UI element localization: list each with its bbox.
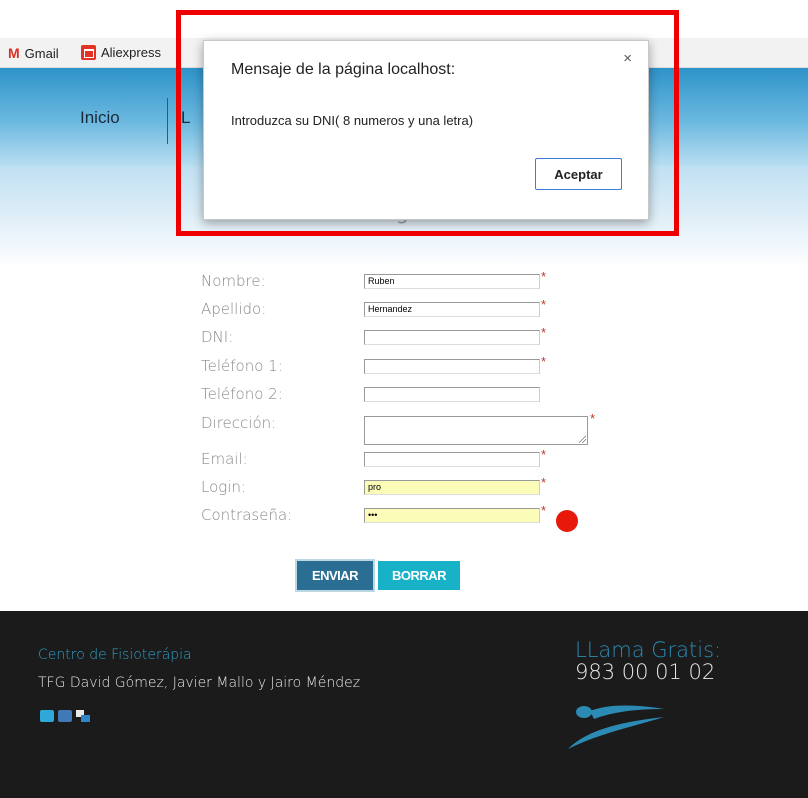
bookmark-label: Aliexpress	[101, 45, 161, 60]
field-label: Email:	[201, 450, 248, 468]
form-row-contrasena: Contraseña: ••• *	[0, 503, 808, 530]
required-mark: *	[541, 447, 547, 462]
form-row-login: Login: pro *	[0, 475, 808, 502]
clear-button[interactable]: BORRAR	[378, 561, 460, 590]
dialog-title: Mensaje de la página localhost:	[231, 61, 456, 78]
required-mark: *	[541, 325, 547, 340]
bookmark-gmail[interactable]: M Gmail	[8, 45, 59, 61]
form-row-email: Email: *	[0, 447, 808, 474]
phone-number: 983 00 01 02	[575, 660, 716, 684]
required-mark: *	[541, 269, 547, 284]
required-mark: *	[541, 475, 547, 490]
form-row-telefono1: Teléfono 1: *	[0, 354, 808, 381]
footer-credits: TFG David Gómez, Javier Mallo y Jairo Mé…	[38, 675, 361, 691]
form-row-direccion: Dirección: *	[0, 411, 808, 445]
nav-divider	[167, 98, 168, 144]
field-label: Teléfono 1:	[201, 357, 283, 375]
flickr-icon[interactable]	[76, 710, 90, 722]
field-label: Login:	[201, 478, 246, 496]
linkedin-icon[interactable]	[58, 710, 72, 722]
bookmark-aliexpress[interactable]: Aliexpress	[81, 45, 161, 60]
send-button[interactable]: ENVIAR	[297, 561, 373, 590]
dialog-message: Introduzca su DNI( 8 numeros y una letra…	[231, 113, 474, 128]
direccion-textarea[interactable]	[364, 416, 588, 445]
nombre-input[interactable]: Ruben	[364, 274, 540, 289]
required-mark: *	[590, 411, 596, 426]
field-label: DNI:	[201, 328, 234, 346]
required-mark: *	[541, 354, 547, 369]
password-input[interactable]: •••	[364, 508, 540, 523]
clinic-logo-icon	[568, 705, 664, 749]
social-links	[40, 710, 90, 722]
resize-handle-icon[interactable]	[579, 436, 586, 443]
accept-button[interactable]: Aceptar	[535, 158, 622, 190]
field-label: Dirección:	[201, 414, 277, 432]
footer-title: Centro de Fisioterápia	[38, 647, 192, 663]
form-row-apellido: Apellido: Hernandez *	[0, 297, 808, 324]
aliexpress-icon	[81, 45, 96, 60]
nav-item-partial[interactable]: L	[181, 108, 190, 128]
gmail-icon: M	[8, 45, 20, 61]
site-footer: Centro de Fisioterápia TFG David Gómez, …	[0, 611, 808, 798]
nav-item-inicio[interactable]: Inicio	[80, 108, 120, 128]
email-input[interactable]	[364, 452, 540, 467]
field-label: Nombre:	[201, 272, 266, 290]
twitter-icon[interactable]	[40, 710, 54, 722]
bookmark-label: Gmail	[24, 45, 59, 61]
alert-dialog: Mensaje de la página localhost: × Introd…	[203, 40, 649, 220]
telefono2-input[interactable]	[364, 387, 540, 402]
required-mark: *	[541, 297, 547, 312]
status-dot	[556, 510, 578, 532]
field-label: Teléfono 2:	[201, 385, 283, 403]
field-label: Apellido:	[201, 300, 267, 318]
call-label: LLama Gratis:	[575, 638, 722, 662]
field-label: Contraseña:	[201, 506, 293, 524]
login-input[interactable]: pro	[364, 480, 540, 495]
required-mark: *	[541, 503, 547, 518]
form-row-nombre: Nombre: Ruben *	[0, 269, 808, 296]
close-icon[interactable]: ×	[623, 50, 632, 67]
form-row-dni: DNI: *	[0, 325, 808, 352]
telefono1-input[interactable]	[364, 359, 540, 374]
dni-input[interactable]	[364, 330, 540, 345]
apellido-input[interactable]: Hernandez	[364, 302, 540, 317]
form-row-telefono2: Teléfono 2:	[0, 385, 808, 409]
